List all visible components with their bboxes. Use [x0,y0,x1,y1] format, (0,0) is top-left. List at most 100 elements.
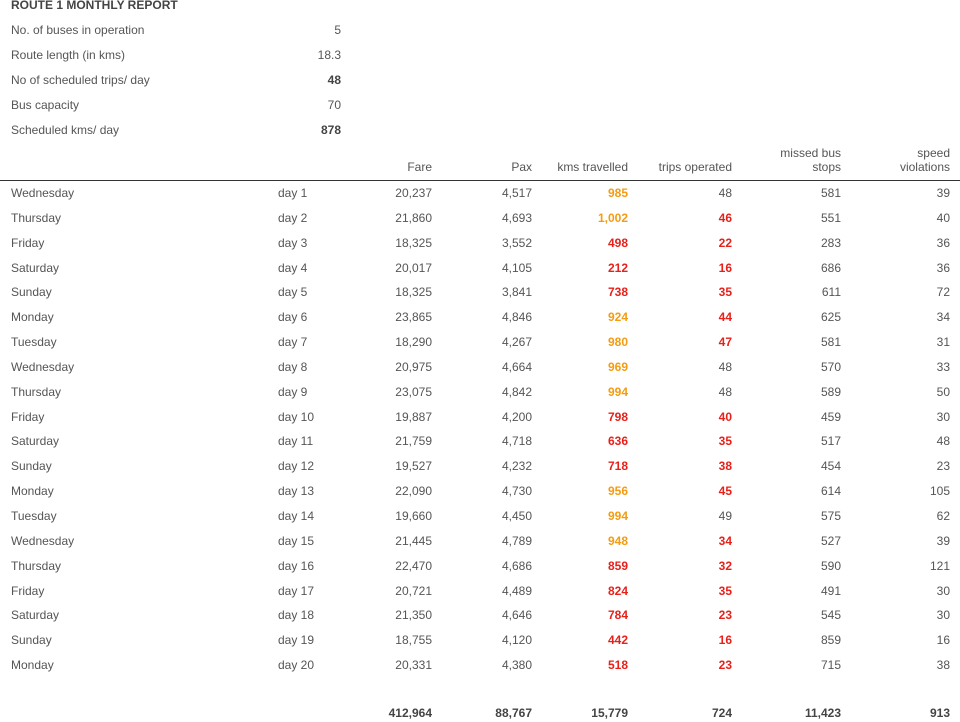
day-number: day 3 [278,235,308,250]
missed-stops-cell: 551 [820,210,841,225]
table-row: Sunday day 19 18,755 4,120 442 16 859 16 [0,628,960,653]
missed-stops-cell: 575 [820,508,841,523]
pax-cell: 4,686 [501,558,532,573]
summary-label: Scheduled kms/ day [11,122,120,137]
table-row: Wednesday day 8 20,975 4,664 969 48 570 33 [0,355,960,380]
trips-cell: 44 [718,310,732,325]
trips-cell: 40 [718,409,732,424]
speed-violations-cell: 38 [936,658,950,673]
day-name: Sunday [11,459,52,474]
summary-row: Bus capacity 70 [11,92,341,117]
fare-cell: 23,075 [395,384,432,399]
fare-cell: 20,975 [395,359,432,374]
kms-cell: 212 [607,260,628,275]
speed-violations-cell: 31 [936,335,950,350]
day-name: Wednesday [11,359,75,374]
table-row: Monday day 6 23,865 4,846 924 44 625 34 [0,305,960,330]
kms-cell: 1,002 [597,210,628,225]
fare-cell: 20,017 [395,260,432,275]
speed-violations-cell: 30 [936,409,950,424]
speed-violations-cell: 33 [936,359,950,374]
table-row: Thursday day 9 23,075 4,842 994 48 589 50 [0,380,960,405]
table-row: Friday day 3 18,325 3,552 498 22 283 36 [0,231,960,256]
day-name: Friday [11,235,45,250]
day-name: Monday [11,658,54,673]
trips-cell: 48 [718,186,732,200]
day-number: day 5 [278,285,308,300]
missed-stops-cell: 581 [820,186,841,200]
missed-stops-cell: 570 [820,359,841,374]
kms-cell: 636 [607,434,628,449]
trips-cell: 49 [718,508,732,523]
fare-cell: 19,660 [395,508,432,523]
day-name: Tuesday [11,508,57,523]
day-number: day 14 [278,508,315,523]
pax-cell: 3,552 [501,235,532,250]
speed-violations-cell: 36 [936,235,950,250]
day-number: day 16 [278,558,315,573]
summary-row: Route length (in kms) 18.3 [11,43,341,68]
trips-cell: 35 [718,583,732,598]
fare-cell: 18,325 [395,235,432,250]
kms-cell: 824 [607,583,628,598]
day-name: Saturday [11,608,60,623]
speed-violations-cell: 48 [936,434,950,449]
day-number: day 15 [278,533,315,548]
header-pax: Pax [511,160,532,174]
trips-cell: 16 [718,260,732,275]
summary-row: No. of buses in operation 5 [11,18,341,43]
pax-cell: 4,718 [501,434,532,449]
total-missed: 11,423 [804,706,841,720]
day-number: day 12 [278,459,315,474]
trips-cell: 22 [718,235,732,250]
table-row: Tuesday day 7 18,290 4,267 980 47 581 31 [0,330,960,355]
trips-cell: 47 [718,335,732,350]
missed-stops-cell: 581 [820,335,841,350]
kms-cell: 980 [607,335,628,350]
speed-violations-cell: 16 [936,633,950,648]
trips-cell: 16 [718,633,732,648]
summary-label: No of scheduled trips/ day [11,72,150,87]
pax-cell: 3,841 [501,285,532,300]
table-row: Saturday day 11 21,759 4,718 636 35 517 48 [0,429,960,454]
report-title: ROUTE 1 MONTHLY REPORT [11,0,178,12]
day-name: Sunday [11,285,52,300]
kms-cell: 498 [607,235,628,250]
table-row: Saturday day 4 20,017 4,105 212 16 686 36 [0,256,960,281]
day-number: day 10 [278,409,315,424]
total-kms: 15,779 [591,706,628,720]
header-kms-travelled: kms travelled [557,160,628,174]
trips-cell: 32 [718,558,732,573]
missed-stops-cell: 527 [820,533,841,548]
missed-stops-cell: 545 [820,608,841,623]
day-number: day 4 [278,260,308,275]
header-fare: Fare [407,160,432,174]
table-row: Thursday day 16 22,470 4,686 859 32 590 121 [0,554,960,579]
pax-cell: 4,232 [501,459,532,474]
missed-stops-cell: 517 [820,434,841,449]
summary-label: No. of buses in operation [11,23,145,38]
header-missed-bus-stops: missed bus stops [780,146,841,174]
kms-cell: 924 [607,310,628,325]
day-name: Sunday [11,633,52,648]
kms-cell: 948 [607,533,628,548]
trips-cell: 34 [718,533,732,548]
table-row: Saturday day 18 21,350 4,646 784 23 545 30 [0,603,960,628]
day-number: day 6 [278,310,308,325]
pax-cell: 4,120 [501,633,532,648]
day-name: Thursday [11,210,62,225]
speed-violations-cell: 23 [936,459,950,474]
fare-cell: 19,887 [395,409,432,424]
speed-violations-cell: 30 [936,608,950,623]
trips-cell: 35 [718,434,732,449]
kms-cell: 969 [607,359,628,374]
missed-stops-cell: 715 [820,658,841,673]
table-row: Wednesday day 1 20,237 4,517 985 48 581 39 [0,181,960,206]
speed-violations-cell: 39 [936,186,950,200]
speed-violations-cell: 40 [936,210,950,225]
pax-cell: 4,105 [501,260,532,275]
total-trips: 724 [711,706,732,720]
fare-cell: 18,290 [395,335,432,350]
day-number: day 2 [278,210,308,225]
missed-stops-cell: 454 [820,459,841,474]
